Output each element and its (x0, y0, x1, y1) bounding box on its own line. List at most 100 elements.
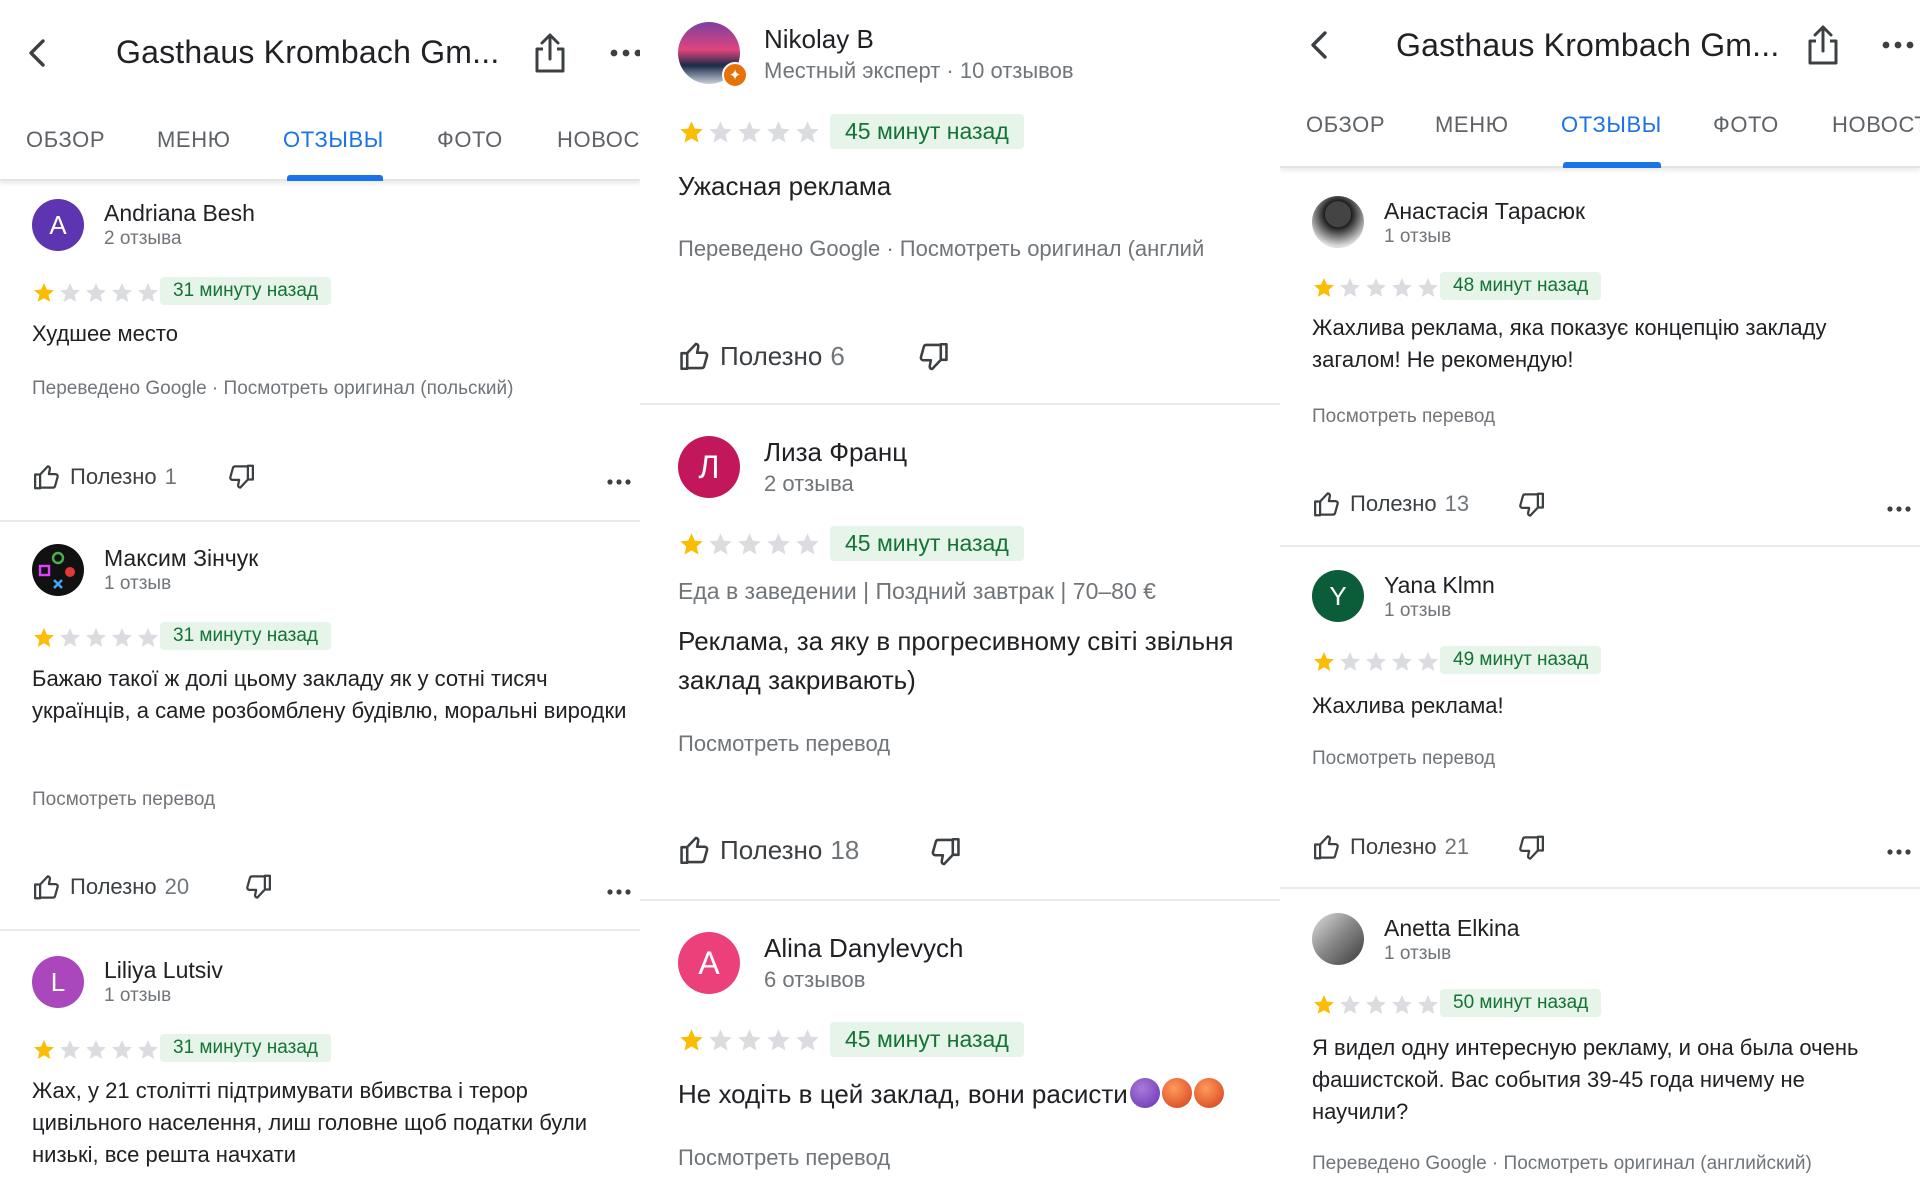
helpful-count: 13 (1444, 491, 1470, 516)
thumbs-up-icon (1312, 832, 1342, 862)
review-author-meta: 1 отзыв (104, 573, 172, 594)
avatar[interactable]: A (678, 932, 740, 994)
review-author[interactable]: Anetta Elkina (1384, 915, 1520, 942)
star-empty-icon (1390, 650, 1414, 674)
helpful-count: 20 (164, 874, 190, 899)
star-filled-icon (32, 1038, 56, 1062)
helpful-button[interactable]: Полезно 21 (1312, 832, 1469, 862)
divider (1280, 887, 1920, 889)
helpful-button[interactable]: Полезно 20 (32, 872, 189, 902)
tab-reviews[interactable]: ОТЗЫВЫ (1561, 112, 1662, 138)
review-text: Жахлива реклама! (1312, 693, 1504, 718)
thumbs-down-icon[interactable] (226, 462, 256, 492)
see-original-link[interactable]: Посмотреть оригинал (польский) (224, 378, 514, 399)
review-author[interactable]: Andriana Besh (104, 200, 255, 227)
thumbs-down-icon[interactable] (928, 835, 962, 869)
avatar-photo[interactable] (1312, 913, 1364, 965)
see-translation-link[interactable]: Посмотреть перевод (32, 789, 215, 811)
review-author[interactable]: Максим Зінчук (104, 545, 258, 572)
review-author[interactable]: Анастасія Тарасюк (1384, 198, 1585, 225)
tab-photos[interactable]: ФОТО (437, 127, 503, 153)
review-more-icon[interactable] (1886, 847, 1912, 857)
review-time-badge: 45 минут назад (830, 526, 1024, 561)
tab-reviews[interactable]: ОТЗЫВЫ (283, 127, 384, 153)
helpful-count: 6 (830, 340, 845, 371)
star-empty-icon (736, 1027, 763, 1054)
tab-news[interactable]: НОВОСТ (1832, 112, 1920, 138)
see-translation-link[interactable]: Посмотреть перевод (678, 1145, 890, 1171)
review-time-badge: 48 минут назад (1440, 272, 1602, 300)
tab-menu[interactable]: МЕНЮ (1435, 112, 1509, 138)
star-filled-icon (32, 281, 56, 305)
review-more-icon[interactable] (606, 887, 632, 897)
avatar[interactable]: Y (1312, 570, 1364, 622)
avatar[interactable] (32, 544, 84, 596)
divider (640, 899, 1280, 901)
tab-bar: ОБЗОР МЕНЮ ОТЗЫВЫ ФОТО НОВОСТ (0, 105, 640, 181)
star-rating (1312, 993, 1440, 1017)
star-empty-icon (707, 119, 734, 146)
star-filled-icon (32, 626, 56, 650)
helpful-button[interactable]: Полезно 1 (32, 462, 177, 492)
see-translation-link[interactable]: Посмотреть перевод (1312, 748, 1495, 770)
see-original-link[interactable]: Посмотреть оригинал (английский) (1504, 1153, 1812, 1174)
see-original-link[interactable]: Посмотреть оригинал (англий (900, 236, 1204, 261)
tab-news[interactable]: НОВОСТ (557, 127, 640, 153)
helpful-button[interactable]: Полезно 6 (678, 339, 845, 373)
star-empty-icon (58, 281, 82, 305)
back-arrow-icon[interactable] (1300, 25, 1340, 65)
star-empty-icon (1364, 650, 1388, 674)
review-more-icon[interactable] (1886, 504, 1912, 514)
star-empty-icon (765, 119, 792, 146)
back-arrow-icon[interactable] (18, 33, 58, 73)
share-icon[interactable] (530, 31, 570, 75)
star-empty-icon (1416, 650, 1440, 674)
review-text: Жах, у 21 столітті підтримувати вбивства… (32, 1078, 588, 1167)
review-author-meta: 1 отзыв (1384, 600, 1452, 621)
tab-overview[interactable]: ОБЗОР (26, 127, 105, 153)
star-rating (1312, 650, 1440, 674)
review-author-meta: 6 отзывов (764, 967, 866, 992)
avatar-photo[interactable] (1312, 196, 1364, 248)
star-empty-icon (1338, 993, 1362, 1017)
star-empty-icon (84, 626, 108, 650)
translation-note: Переведено Google · Посмотреть оригинал … (1312, 1153, 1812, 1174)
avatar[interactable]: A (32, 199, 84, 251)
avatar[interactable]: L (32, 956, 84, 1008)
helpful-label: Полезно (1350, 491, 1437, 516)
review-author[interactable]: Alina Danylevych (764, 933, 963, 964)
star-empty-icon (1338, 276, 1362, 300)
more-options-icon[interactable] (1880, 35, 1916, 55)
thumbs-down-icon[interactable] (243, 872, 273, 902)
review-author[interactable]: Nikolay B (764, 24, 874, 55)
tab-photos[interactable]: ФОТО (1713, 112, 1779, 138)
helpful-count: 1 (164, 464, 177, 489)
star-rating (678, 531, 821, 558)
see-translation-link[interactable]: Посмотреть перевод (1312, 406, 1495, 428)
see-translation-link[interactable]: Посмотреть перевод (678, 731, 890, 757)
review-author[interactable]: Лиза Франц (764, 437, 907, 468)
gamepad-symbols-icon (38, 551, 75, 589)
star-empty-icon (84, 281, 108, 305)
thumbs-down-icon[interactable] (1516, 490, 1546, 520)
tab-overview[interactable]: ОБЗОР (1306, 112, 1385, 138)
more-options-icon[interactable] (608, 43, 640, 63)
share-icon[interactable] (1803, 23, 1843, 67)
star-rating (32, 626, 160, 650)
thumbs-down-icon[interactable] (916, 340, 950, 374)
star-empty-icon (1364, 276, 1388, 300)
translated-by-label: Переведено Google (1312, 1153, 1487, 1174)
helpful-button[interactable]: Полезно 13 (1312, 489, 1469, 519)
translated-by-label: Переведено Google (32, 378, 207, 399)
review-more-icon[interactable] (606, 477, 632, 487)
tab-menu[interactable]: МЕНЮ (157, 127, 231, 153)
star-empty-icon (765, 1027, 792, 1054)
app-header: Gasthaus Krombach Gm... (1280, 0, 1920, 90)
avatar[interactable]: Л (678, 436, 740, 498)
star-empty-icon (84, 1038, 108, 1062)
review-time-badge: 31 минуту назад (160, 1034, 331, 1062)
helpful-button[interactable]: Полезно 18 (678, 833, 859, 867)
review-author[interactable]: Yana Klmn (1384, 572, 1495, 599)
thumbs-down-icon[interactable] (1516, 833, 1546, 863)
review-author[interactable]: Liliya Lutsiv (104, 957, 223, 984)
